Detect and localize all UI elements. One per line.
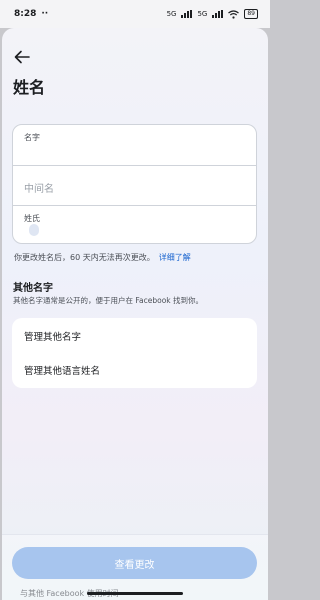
status-bar: 8:28 ·· 5G 5G 89 bbox=[0, 0, 270, 28]
last-name-field[interactable]: 姓氏 bbox=[13, 205, 256, 243]
change-notice: 你更改姓名后，60 天内无法再次更改。 详细了解 bbox=[14, 252, 191, 263]
first-name-label: 名字 bbox=[24, 133, 40, 142]
status-left: 8:28 ·· bbox=[14, 9, 48, 19]
learn-more-link[interactable]: 详细了解 bbox=[159, 253, 191, 262]
notice-text: 你更改姓名后，60 天内无法再次更改。 bbox=[14, 253, 155, 262]
other-names-title: 其他名字 bbox=[13, 283, 53, 294]
middle-name-placeholder: 中间名 bbox=[24, 184, 54, 195]
status-time: 8:28 bbox=[14, 9, 37, 19]
name-form-card: 名字 中间名 姓氏 bbox=[12, 124, 257, 244]
home-indicator[interactable] bbox=[87, 592, 183, 595]
signal-icon bbox=[181, 10, 193, 18]
page-title: 姓名 bbox=[13, 78, 46, 97]
battery-icon: 89 bbox=[244, 9, 258, 19]
name-edit-sheet: 姓名 名字 中间名 姓氏 你更改姓名后，60 天内无法再次更改。 详细了解 其他名… bbox=[2, 28, 268, 600]
wifi-icon bbox=[228, 9, 240, 19]
back-arrow-icon[interactable] bbox=[14, 50, 30, 64]
other-names-card: 管理其他名字 管理其他语言姓名 bbox=[12, 318, 257, 388]
manage-other-names-item[interactable]: 管理其他名字 bbox=[24, 329, 81, 343]
bottom-action-panel: 查看更改 与其他 Facebook 使用时间 bbox=[2, 534, 268, 600]
signal-label-2: 5G bbox=[197, 10, 208, 18]
other-names-description: 其他名字通常是公开的，便于用户在 Facebook 找到你。 bbox=[13, 296, 204, 305]
last-name-label: 姓氏 bbox=[24, 214, 40, 223]
status-extra: ·· bbox=[41, 9, 49, 19]
middle-name-field[interactable]: 中间名 bbox=[13, 165, 256, 205]
status-right: 5G 5G 89 bbox=[167, 9, 258, 19]
text-cursor bbox=[29, 224, 39, 236]
review-changes-button[interactable]: 查看更改 bbox=[12, 547, 257, 579]
first-name-field[interactable]: 名字 bbox=[13, 125, 256, 165]
signal-label-1: 5G bbox=[166, 10, 177, 18]
manage-language-names-item[interactable]: 管理其他语言姓名 bbox=[24, 363, 100, 377]
signal-icon-2 bbox=[212, 10, 224, 18]
